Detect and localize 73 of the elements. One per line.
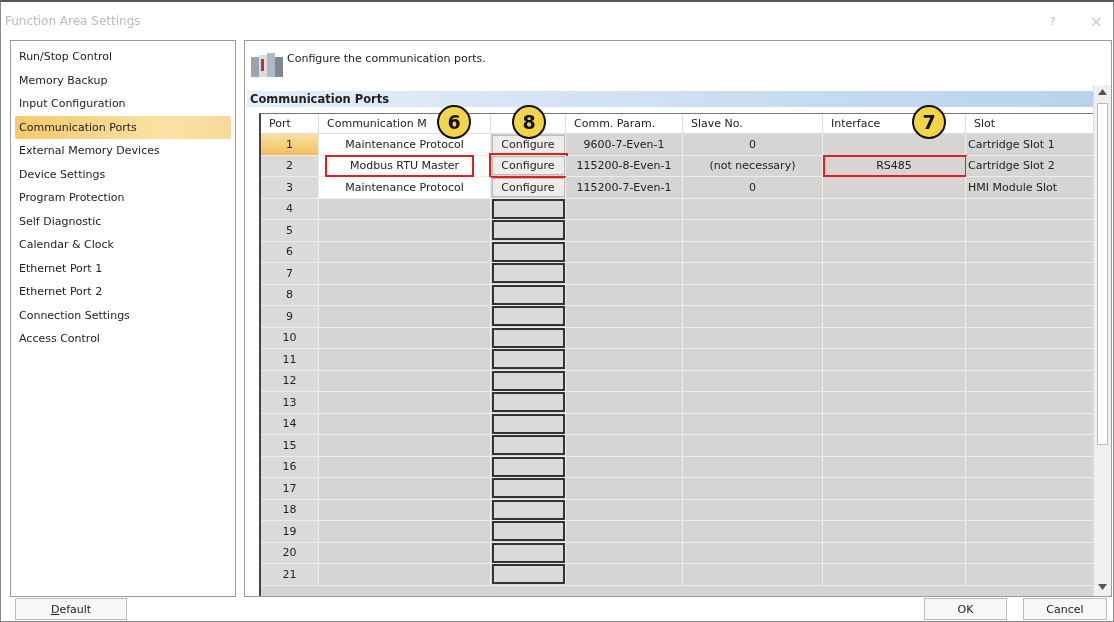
sidebar-item[interactable]: Ethernet Port 2: [15, 280, 231, 304]
table-cell: 0: [683, 134, 823, 156]
configure-button[interactable]: [491, 327, 565, 348]
configure-button[interactable]: Configure: [491, 156, 565, 176]
port-cell[interactable]: 14: [261, 413, 319, 435]
port-cell[interactable]: 9: [261, 306, 319, 328]
section-title: Communication Ports: [247, 91, 1094, 107]
configure-button[interactable]: [491, 349, 565, 370]
table-cell: RS485: [823, 155, 966, 177]
sidebar-item[interactable]: Input Configuration: [15, 92, 231, 116]
cancel-button[interactable]: Cancel: [1023, 598, 1107, 620]
configure-button[interactable]: [491, 306, 565, 327]
port-cell[interactable]: 5: [261, 220, 319, 242]
configure-button[interactable]: [491, 456, 565, 477]
configure-button[interactable]: [491, 499, 565, 520]
configure-button[interactable]: [491, 435, 565, 456]
configure-button[interactable]: [491, 263, 565, 284]
port-cell[interactable]: 21: [261, 564, 319, 586]
port-cell[interactable]: 20: [261, 542, 319, 564]
table-cell: 9600-7-Even-1: [566, 134, 683, 156]
sidebar-item[interactable]: Connection Settings: [15, 303, 231, 327]
ok-button[interactable]: OK: [924, 598, 1007, 620]
header-text: Configure the communication ports.: [287, 52, 486, 65]
configure-button[interactable]: Configure: [491, 134, 565, 154]
default-button[interactable]: Default: [15, 598, 127, 620]
port-cell[interactable]: 1: [261, 134, 319, 156]
sidebar-item[interactable]: Memory Backup: [15, 68, 231, 92]
port-cell[interactable]: 6: [261, 241, 319, 263]
port-cell[interactable]: 10: [261, 327, 319, 349]
sidebar-item[interactable]: Device Settings: [15, 162, 231, 186]
scrollbar-thumb[interactable]: [1097, 103, 1108, 445]
sidebar-item[interactable]: Program Protection: [15, 186, 231, 210]
sidebar-item[interactable]: Communication Ports: [15, 115, 231, 139]
scroll-down-icon[interactable]: [1098, 584, 1107, 590]
sidebar-item[interactable]: Self Diagnostic: [15, 209, 231, 233]
port-cell[interactable]: 4: [261, 198, 319, 220]
configure-button[interactable]: [491, 521, 565, 542]
configure-button[interactable]: [491, 478, 565, 499]
port-cell[interactable]: 13: [261, 392, 319, 414]
port-cell[interactable]: 19: [261, 521, 319, 543]
sidebar-item[interactable]: Run/Stop Control: [15, 45, 231, 69]
configure-button[interactable]: [491, 220, 565, 241]
configure-button[interactable]: [491, 241, 565, 262]
table-cell: Maintenance Protocol: [319, 134, 491, 156]
configure-button[interactable]: [491, 542, 565, 563]
sidebar-item[interactable]: Calendar & Clock: [15, 233, 231, 257]
configure-button[interactable]: [491, 413, 565, 434]
port-cell[interactable]: 3: [261, 177, 319, 199]
window-title: Function Area Settings: [5, 14, 142, 28]
port-cell[interactable]: 11: [261, 349, 319, 371]
configure-button[interactable]: [491, 284, 565, 305]
configure-button[interactable]: [491, 370, 565, 391]
port-cell[interactable]: 7: [261, 263, 319, 285]
table-cell: Maintenance Protocol: [319, 177, 491, 199]
table-cell: 115200-8-Even-1: [566, 155, 683, 177]
scroll-up-icon[interactable]: [1098, 89, 1107, 95]
port-cell[interactable]: 12: [261, 370, 319, 392]
sidebar-item[interactable]: Ethernet Port 1: [15, 256, 231, 280]
table-cell: (not necessary): [683, 155, 823, 177]
table-cell: Modbus RTU Master: [319, 155, 491, 177]
port-cell[interactable]: 18: [261, 499, 319, 521]
configure-button[interactable]: [491, 392, 565, 413]
sidebar-item[interactable]: External Memory Devices: [15, 139, 231, 163]
table-cell: 115200-7-Even-1: [566, 177, 683, 199]
sidebar-item[interactable]: Access Control: [15, 327, 231, 351]
port-cell[interactable]: 2: [261, 155, 319, 177]
port-cell[interactable]: 15: [261, 435, 319, 457]
port-cell[interactable]: 16: [261, 456, 319, 478]
configure-button[interactable]: [491, 564, 565, 585]
port-cell[interactable]: 17: [261, 478, 319, 500]
port-cell[interactable]: 8: [261, 284, 319, 306]
configure-button[interactable]: [491, 198, 565, 219]
table-cell: 0: [683, 177, 823, 199]
